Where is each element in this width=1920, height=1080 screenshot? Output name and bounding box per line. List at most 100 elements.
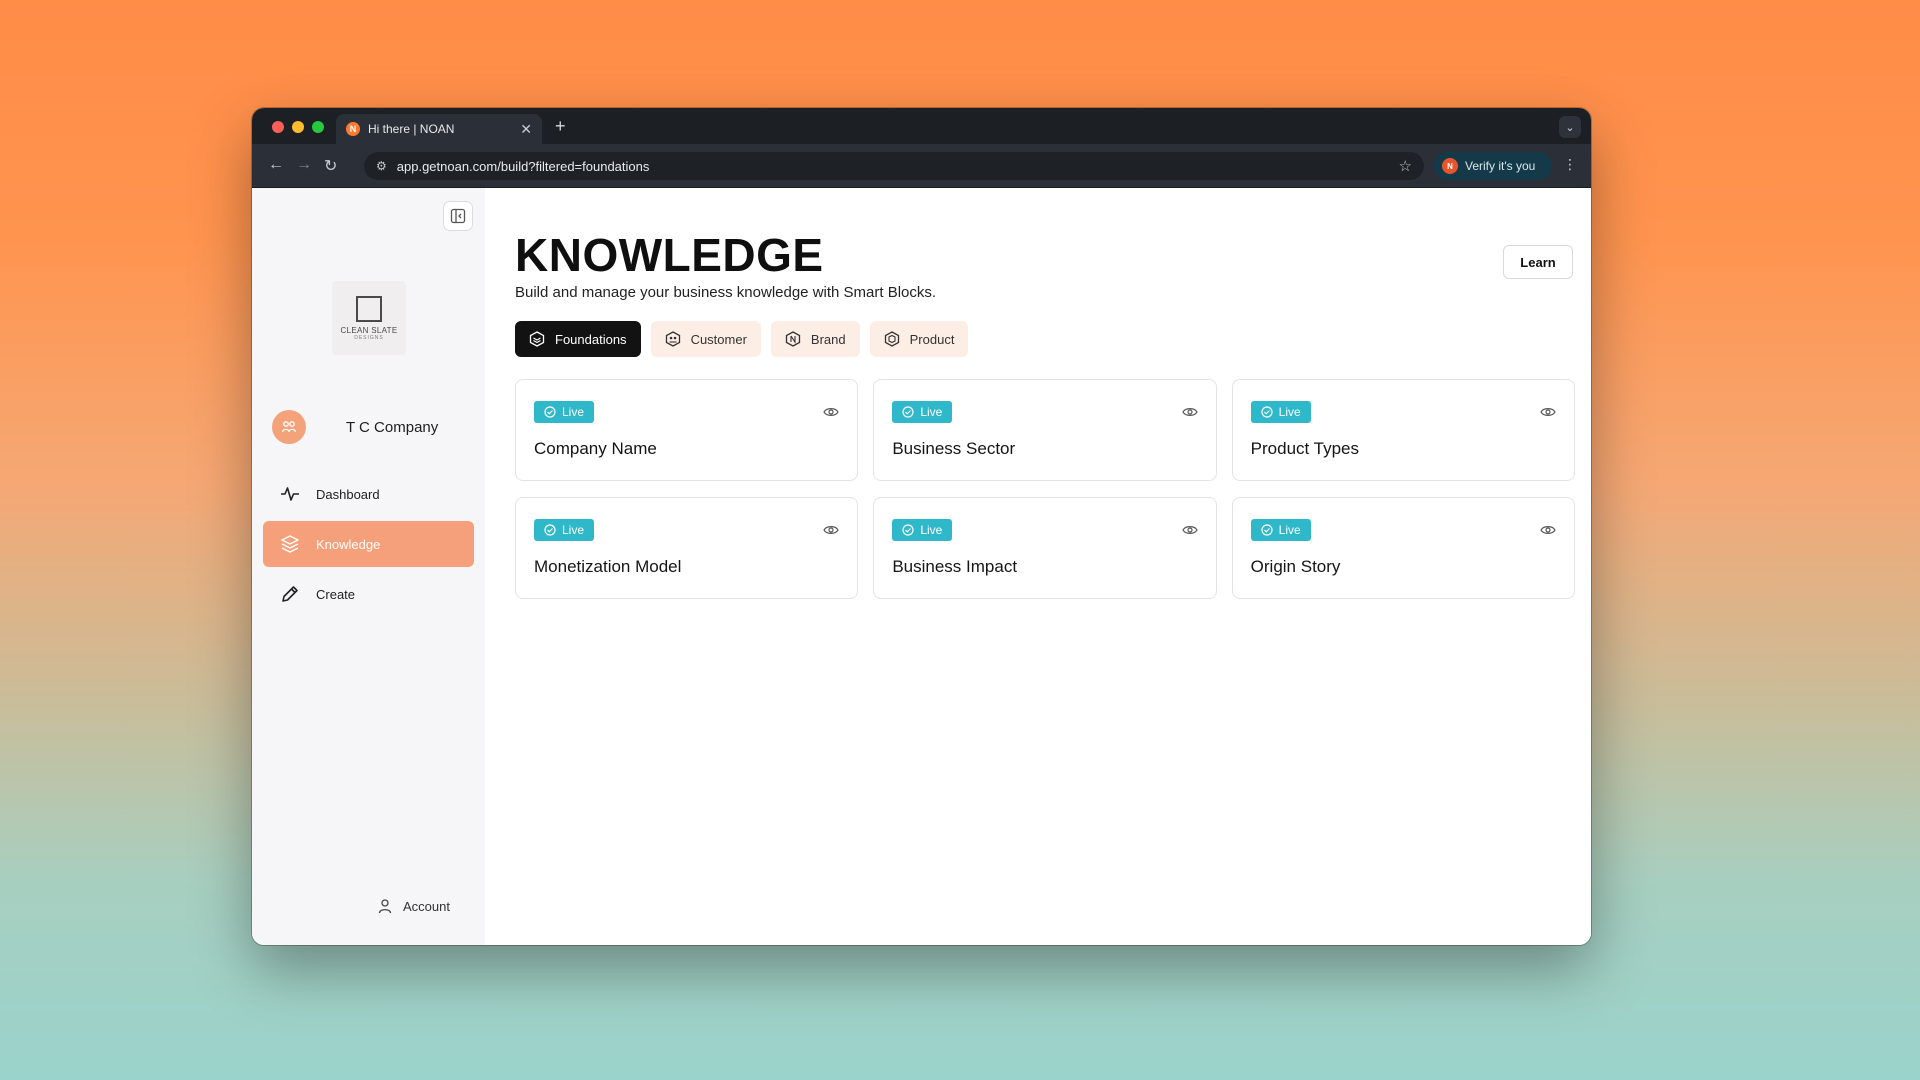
site-settings-icon[interactable]: ⚙	[376, 159, 387, 173]
company-name: T C Company	[346, 418, 439, 436]
card-title: Business Impact	[892, 557, 1018, 576]
reload-icon[interactable]: ↻	[324, 156, 337, 176]
sidebar: CLEAN SLATE DESIGNS T C Company Dashboar…	[252, 188, 485, 945]
url-text: app.getnoan.com/build?filtered=foundatio…	[396, 158, 650, 174]
layers-icon	[279, 533, 301, 555]
bookmark-star-icon[interactable]: ☆	[1399, 157, 1412, 175]
user-icon	[378, 899, 392, 914]
hexagon-brand-icon	[785, 331, 801, 347]
address-bar[interactable]: ⚙ app.getnoan.com/build?filtered=foundat…	[364, 152, 1424, 180]
account-label: Account	[403, 898, 450, 914]
hexagon-product-icon	[884, 331, 899, 347]
check-circle-icon	[902, 406, 914, 418]
minimize-window-button[interactable]	[292, 121, 304, 133]
account-link[interactable]: Account	[377, 898, 450, 914]
tab-label: Product	[909, 331, 955, 347]
logo-text: CLEAN SLATE	[340, 325, 398, 335]
profile-avatar: N	[1442, 158, 1458, 174]
check-circle-icon	[544, 406, 556, 418]
eye-icon[interactable]	[1540, 524, 1556, 536]
eye-icon[interactable]	[1540, 406, 1556, 418]
tab-product[interactable]: Product	[869, 321, 969, 357]
verify-profile-button[interactable]: N Verify it's you	[1434, 152, 1552, 180]
tab-customer[interactable]: Customer	[650, 321, 761, 357]
check-circle-icon	[1261, 524, 1273, 536]
status-label: Live	[920, 523, 943, 537]
knowledge-card-product-types[interactable]: Live Product Types	[1231, 379, 1575, 481]
sidebar-toggle-icon	[450, 208, 466, 224]
page-subtitle: Build and manage your business knowledge…	[515, 284, 937, 301]
close-window-button[interactable]	[272, 121, 284, 133]
card-title: Product Types	[1250, 439, 1360, 458]
collapse-sidebar-button[interactable]	[443, 201, 473, 231]
activity-icon	[279, 483, 301, 505]
check-circle-icon	[902, 524, 914, 536]
card-title: Company Name	[534, 439, 657, 458]
card-title: Origin Story	[1250, 557, 1341, 576]
hexagon-users-icon	[665, 331, 680, 347]
eye-icon[interactable]	[1181, 406, 1198, 418]
logo-square-icon	[356, 295, 382, 322]
app-root: CLEAN SLATE DESIGNS T C Company Dashboar…	[252, 188, 1591, 945]
tab-title: Hi there | NOAN	[368, 122, 455, 136]
browser-tab[interactable]: N Hi there | NOAN ✕	[336, 114, 542, 144]
sidebar-item-label: Create	[316, 586, 356, 602]
learn-button[interactable]: Learn	[1503, 245, 1573, 279]
sidebar-item-knowledge[interactable]: Knowledge	[263, 521, 474, 567]
eye-icon[interactable]	[823, 406, 840, 418]
status-label: Live	[920, 405, 943, 419]
status-label: Live	[1278, 405, 1301, 419]
tab-search-icon[interactable]: ⌄	[1559, 116, 1581, 138]
tab-label: Customer	[690, 331, 747, 347]
status-label: Live	[562, 405, 585, 419]
eye-icon[interactable]	[823, 524, 840, 536]
hexagon-layers-icon	[529, 331, 545, 347]
window-controls	[272, 121, 324, 133]
main-content: KNOWLEDGE Build and manage your business…	[485, 188, 1591, 945]
verify-label: Verify it's you	[1465, 159, 1536, 173]
status-badge: Live	[892, 519, 953, 541]
tab-foundations[interactable]: Foundations	[515, 321, 641, 357]
knowledge-cards-grid: Live Company Name Live Business Sector L…	[515, 379, 1575, 599]
card-title: Business Sector	[892, 439, 1016, 458]
favicon-icon: N	[346, 122, 360, 136]
pencil-icon	[279, 583, 301, 605]
status-label: Live	[562, 523, 585, 537]
tab-brand[interactable]: Brand	[770, 321, 860, 357]
knowledge-card-business-sector[interactable]: Live Business Sector	[873, 379, 1217, 481]
knowledge-card-origin-story[interactable]: Live Origin Story	[1231, 497, 1575, 599]
knowledge-card-company-name[interactable]: Live Company Name	[515, 379, 859, 481]
status-badge: Live	[534, 401, 595, 423]
page-title: KNOWLEDGE	[515, 229, 824, 281]
sidebar-item-label: Dashboard	[316, 486, 380, 502]
eye-icon[interactable]	[1181, 524, 1198, 536]
status-label: Live	[1278, 523, 1301, 537]
sidebar-item-label: Knowledge	[316, 536, 381, 552]
team-icon	[281, 421, 297, 433]
company-logo: CLEAN SLATE DESIGNS	[332, 281, 406, 355]
maximize-window-button[interactable]	[312, 121, 324, 133]
knowledge-card-monetization-model[interactable]: Live Monetization Model	[515, 497, 859, 599]
sidebar-item-create[interactable]: Create	[263, 571, 474, 617]
filter-tabs: Foundations Customer Brand Product	[515, 321, 969, 357]
back-icon[interactable]: ←	[268, 156, 284, 174]
company-switcher[interactable]: T C Company	[272, 410, 438, 444]
browser-menu-icon[interactable]: ⋮	[1563, 156, 1577, 173]
tab-label: Foundations	[555, 331, 627, 347]
card-title: Monetization Model	[534, 557, 682, 576]
close-tab-icon[interactable]: ✕	[520, 121, 532, 138]
forward-icon[interactable]: →	[296, 156, 312, 174]
browser-window: N Hi there | NOAN ✕ + ⌄ ← → ↻ ⚙ app.getn…	[252, 108, 1591, 945]
status-badge: Live	[892, 401, 953, 423]
status-badge: Live	[534, 519, 595, 541]
company-avatar	[272, 410, 306, 444]
status-badge: Live	[1250, 519, 1311, 541]
sidebar-item-dashboard[interactable]: Dashboard	[263, 471, 474, 517]
check-circle-icon	[1261, 406, 1273, 418]
sidebar-menu: Dashboard Knowledge Create	[263, 471, 474, 621]
browser-toolbar: ← → ↻ ⚙ app.getnoan.com/build?filtered=f…	[252, 144, 1591, 188]
new-tab-icon[interactable]: +	[555, 116, 566, 137]
tab-label: Brand	[810, 331, 846, 347]
check-circle-icon	[544, 524, 556, 536]
knowledge-card-business-impact[interactable]: Live Business Impact	[873, 497, 1217, 599]
